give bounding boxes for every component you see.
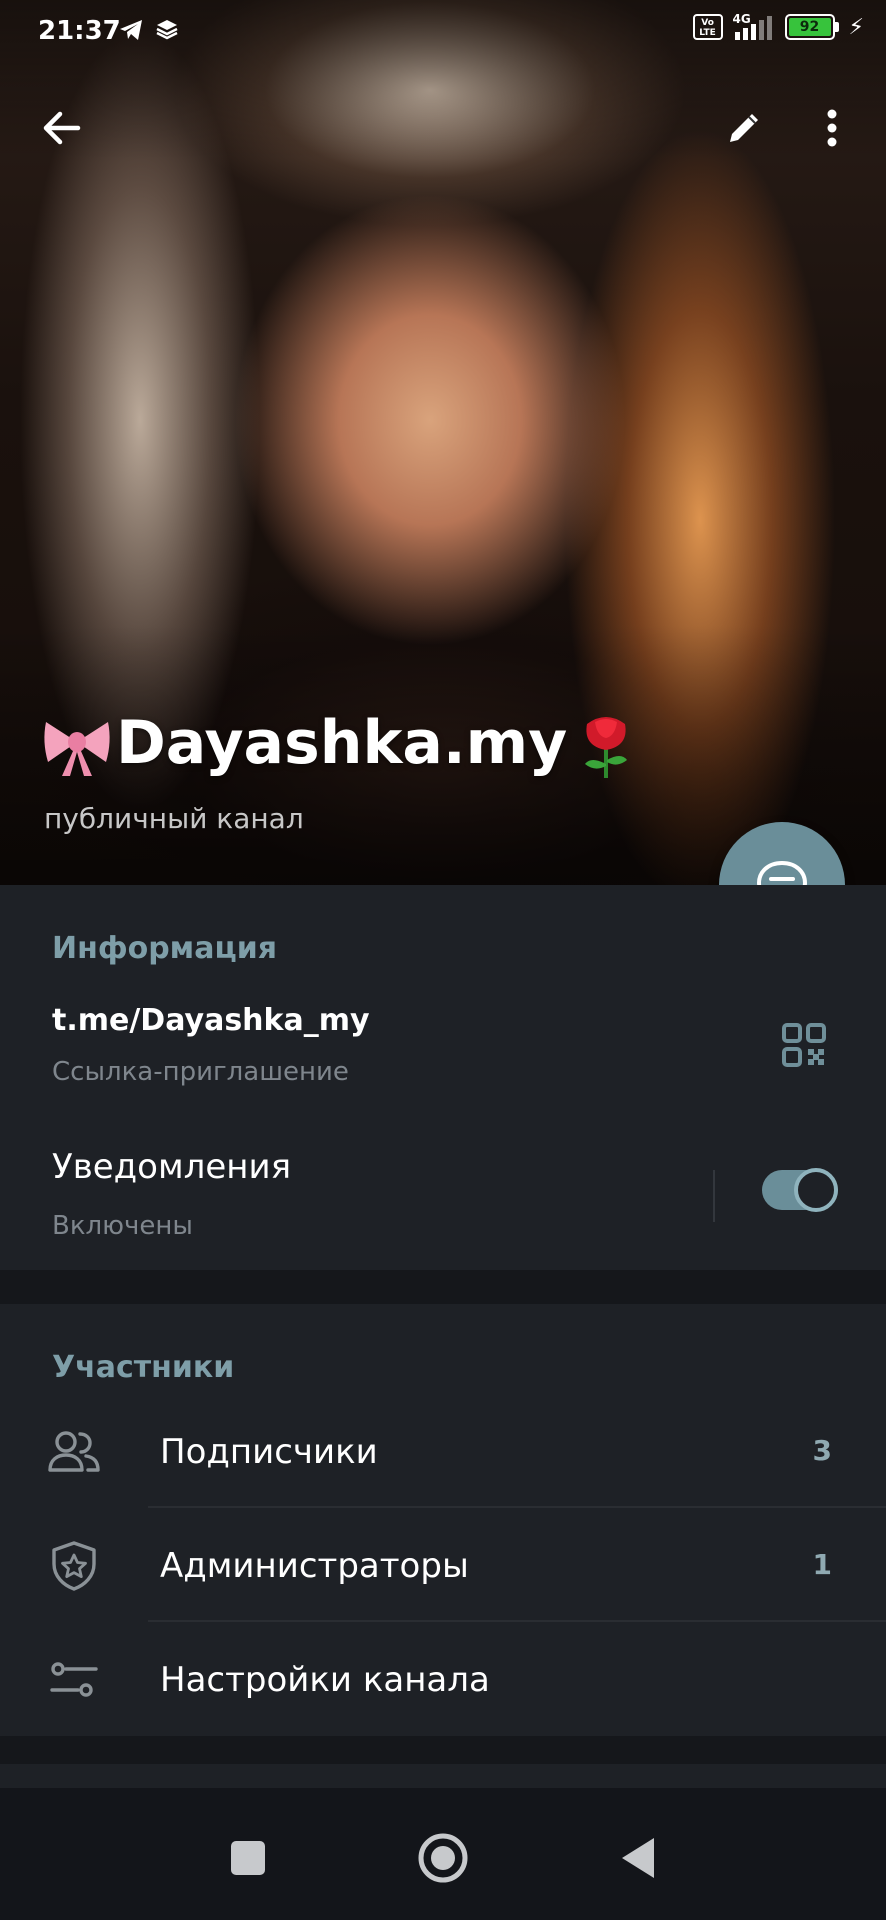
edit-button[interactable] bbox=[712, 96, 776, 160]
volte-badge: Vo LTE bbox=[692, 14, 723, 40]
qr-code-icon bbox=[782, 1023, 826, 1067]
subscribers-count: 3 bbox=[812, 1434, 832, 1467]
battery-icon: 92 bbox=[784, 14, 839, 40]
invite-link-caption: Ссылка-приглашение bbox=[52, 1057, 349, 1087]
status-bar: 21:37 Vo LTE 4G 92 ⚡ bbox=[0, 0, 886, 66]
notifications-title: Уведомления bbox=[52, 1147, 292, 1187]
home-button[interactable] bbox=[415, 1830, 471, 1886]
more-menu-button[interactable] bbox=[800, 96, 864, 160]
users-icon bbox=[48, 1431, 100, 1472]
layers-icon bbox=[156, 18, 178, 46]
info-section-title: Информация bbox=[52, 931, 277, 966]
administrators-label: Администраторы bbox=[160, 1546, 469, 1586]
vertical-divider bbox=[713, 1170, 715, 1222]
channel-settings-label: Настройки канала bbox=[160, 1660, 490, 1700]
notifications-status: Включены bbox=[52, 1211, 193, 1241]
invite-link[interactable]: t.me/Dayashka_my bbox=[52, 1003, 370, 1038]
pencil-icon bbox=[730, 114, 758, 142]
subscribers-label: Подписчики bbox=[160, 1432, 378, 1472]
ribbon-emoji bbox=[40, 706, 114, 780]
toggle-knob bbox=[794, 1168, 838, 1212]
channel-name-text: Dayashka.my bbox=[116, 708, 568, 778]
square-icon bbox=[231, 1841, 265, 1875]
sliders-icon bbox=[50, 1662, 98, 1697]
row-divider bbox=[148, 1620, 886, 1622]
back-button[interactable] bbox=[30, 96, 94, 160]
row-divider bbox=[148, 1506, 886, 1508]
recents-button[interactable] bbox=[220, 1830, 276, 1886]
battery-level: 92 bbox=[788, 18, 831, 36]
channel-title: Dayashka.my bbox=[40, 706, 643, 780]
telegram-icon bbox=[118, 18, 144, 46]
bolt-icon: ⚡ bbox=[848, 14, 864, 40]
subscribers-row[interactable]: Подписчики 3 bbox=[0, 1396, 886, 1508]
section-gap bbox=[0, 1736, 886, 1764]
status-time: 21:37 bbox=[38, 16, 121, 46]
members-section-title: Участники bbox=[52, 1350, 235, 1385]
system-back-button[interactable] bbox=[610, 1830, 666, 1886]
administrators-row[interactable]: Администраторы 1 bbox=[0, 1510, 886, 1622]
members-section: Участники Подписчики 3 Администраторы 1 … bbox=[0, 1304, 886, 1736]
notifications-toggle[interactable] bbox=[762, 1168, 838, 1212]
signal-icon: 4G bbox=[732, 12, 775, 40]
info-section: Информация t.me/Dayashka_my Ссылка-пригл… bbox=[0, 885, 886, 1270]
channel-settings-row[interactable]: Настройки канала bbox=[0, 1624, 886, 1736]
shield-star-icon bbox=[52, 1541, 96, 1591]
system-nav-bar bbox=[0, 1788, 886, 1920]
channel-photo-header[interactable]: 21:37 Vo LTE 4G 92 ⚡ Dayashka.my публичн… bbox=[0, 0, 886, 885]
status-left-icons bbox=[118, 18, 178, 46]
qr-code-button[interactable] bbox=[782, 1023, 826, 1067]
next-section-top bbox=[0, 1764, 886, 1788]
status-right: Vo LTE 4G 92 ⚡ bbox=[692, 12, 864, 40]
channel-type: публичный канал bbox=[44, 802, 304, 835]
circle-icon bbox=[418, 1833, 468, 1883]
rose-emoji bbox=[569, 706, 643, 780]
triangle-back-icon bbox=[622, 1838, 654, 1878]
network-type: 4G bbox=[732, 12, 751, 26]
administrators-count: 1 bbox=[812, 1548, 832, 1581]
section-gap bbox=[0, 1270, 886, 1304]
arrow-left-icon bbox=[43, 111, 81, 145]
more-vertical-icon bbox=[827, 109, 837, 147]
